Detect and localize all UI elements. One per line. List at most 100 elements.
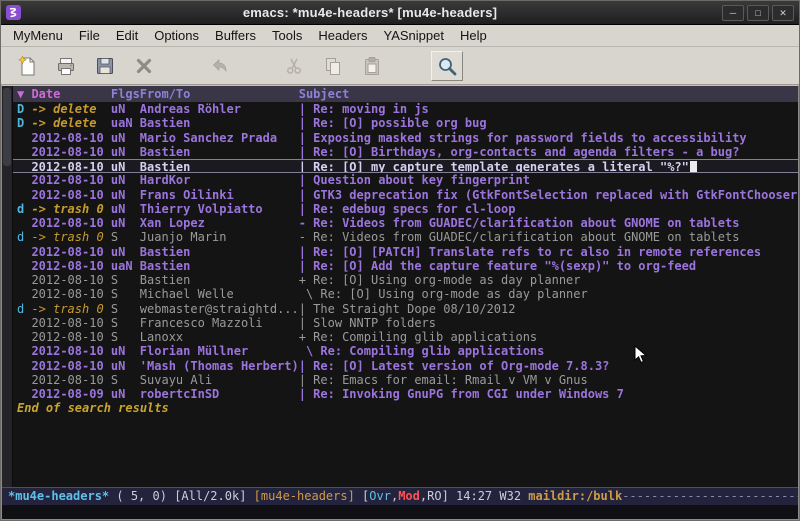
date-cell: 2012-08-09 [31, 387, 110, 401]
subject-cell: | Question about key fingerprint [299, 173, 798, 187]
from-cell: Bastien [140, 145, 299, 159]
message-row[interactable]: 2012-08-10 uN Bastien | Re: [O] Birthday… [13, 145, 798, 159]
menu-tools[interactable]: Tools [264, 26, 310, 45]
message-row[interactable]: D -> delete uaN Bastien | Re: [O] possib… [13, 116, 798, 130]
title-bar[interactable]: emacs: *mu4e-headers* [mu4e-headers] ─ □… [1, 1, 799, 25]
maximize-button[interactable]: □ [747, 5, 769, 21]
message-row[interactable]: d -> trash 0 S Juanjo Marin - Re: Videos… [13, 230, 798, 244]
flags-cell: uN [111, 160, 140, 172]
message-row[interactable]: d -> trash 0 uN Thierry Volpiatto | Re: … [13, 202, 798, 216]
message-row[interactable]: 2012-08-10 S Lanoxx + Re: Compiling glib… [13, 330, 798, 344]
menu-headers[interactable]: Headers [310, 26, 375, 45]
date-cell: 2012-08-10 [31, 173, 110, 187]
message-row[interactable]: 2012-08-10 uN 'Mash (Thomas Herbert) | R… [13, 359, 798, 373]
mark-char [17, 245, 31, 259]
message-row[interactable]: 2012-08-10 uaN Bastien | Re: [O] Add the… [13, 259, 798, 273]
mark-char [17, 216, 31, 230]
from-cell: Andreas Röhler [140, 102, 299, 116]
toolbar-undo-button[interactable] [203, 51, 235, 81]
mark-char: d [17, 202, 31, 216]
toolbar-close-buffer-button[interactable] [128, 51, 160, 81]
flags-cell: uN [111, 359, 140, 373]
echo-area[interactable] [2, 505, 798, 519]
emacs-app-icon [6, 5, 21, 20]
mode-line[interactable]: *mu4e-headers* ( 5, 0) [All/2.0k] [mu4e-… [2, 487, 798, 505]
menu-help[interactable]: Help [452, 26, 495, 45]
date-cell: 2012-08-10 [31, 316, 110, 330]
subject-cell: | Re: Emacs for email: Rmail v VM v Gnus [299, 373, 798, 387]
minimize-button[interactable]: ─ [722, 5, 744, 21]
message-row[interactable]: 2012-08-09 uN robertcInSD | Re: Invoking… [13, 387, 798, 401]
date-cell: 2012-08-10 [31, 373, 110, 387]
modeline-segment: [All/2.0k] [174, 488, 246, 505]
toolbar-copy-button[interactable] [317, 51, 349, 81]
menu-options[interactable]: Options [146, 26, 207, 45]
column-header-from[interactable]: From/To [140, 86, 299, 102]
modeline-segment: Ovr [369, 488, 391, 505]
modeline-segment: ] [442, 488, 456, 505]
message-row[interactable]: 2012-08-10 S Suvayu Ali | Re: Emacs for … [13, 373, 798, 387]
message-row[interactable]: 2012-08-10 uN Xan Lopez - Re: Videos fro… [13, 216, 798, 230]
modeline-segment: ( 5, 0) [109, 488, 174, 505]
scrollbar-thumb[interactable] [3, 88, 11, 166]
date-cell: -> trash 0 [31, 302, 110, 316]
message-row[interactable]: 2012-08-10 uN Bastien | Re: [O] [PATCH] … [13, 245, 798, 259]
flags-cell: S [111, 287, 140, 301]
menu-yasnippet[interactable]: YASnippet [375, 26, 451, 45]
message-row[interactable]: 2012-08-10 uN Florian Müllner \ Re: Comp… [13, 344, 798, 358]
message-row[interactable]: D -> delete uN Andreas Röhler | Re: movi… [13, 102, 798, 116]
message-row[interactable]: 2012-08-10 S Bastien + Re: [O] Using org… [13, 273, 798, 287]
mark-char: d [17, 230, 31, 244]
toolbar-cut-button[interactable] [278, 51, 310, 81]
menu-edit[interactable]: Edit [108, 26, 146, 45]
from-cell: Juanjo Marin [140, 230, 299, 244]
from-cell: robertcInSD [140, 387, 299, 401]
toolbar-print-button[interactable] [50, 51, 82, 81]
mark-char: d [17, 302, 31, 316]
message-row[interactable]: d -> trash 0 S webmaster@straightd... | … [13, 302, 798, 316]
message-row[interactable]: 2012-08-10 uN Mario Sanchez Prada | Expo… [13, 131, 798, 145]
menu-buffers[interactable]: Buffers [207, 26, 264, 45]
subject-cell: | Re: [O] Latest version of Org-mode 7.8… [299, 359, 798, 373]
end-of-results: End of search results [13, 401, 798, 416]
close-button[interactable]: ✕ [772, 5, 794, 21]
subject-cell: | Re: [O] my capture template generates … [299, 160, 798, 172]
tool-bar [1, 47, 799, 85]
flags-cell: uaN [111, 259, 140, 273]
menu-mymenu[interactable]: MyMenu [5, 26, 71, 45]
column-header-subject[interactable]: Subject [299, 86, 798, 102]
column-header-flags[interactable]: Flgs [111, 86, 140, 102]
menu-file[interactable]: File [71, 26, 108, 45]
emacs-window: emacs: *mu4e-headers* [mu4e-headers] ─ □… [0, 0, 800, 521]
subject-cell: - Re: Videos from GUADEC/clarification a… [299, 216, 798, 230]
message-row[interactable]: 2012-08-10 S Francesco Mazzoli | Slow NN… [13, 316, 798, 330]
from-cell: Lanoxx [140, 330, 299, 344]
column-header-date[interactable]: ▼ Date [17, 86, 111, 102]
close-buffer-icon [133, 55, 155, 77]
from-cell: Bastien [140, 245, 299, 259]
from-cell: Michael Welle [140, 287, 299, 301]
search-icon [436, 55, 458, 77]
date-cell: 2012-08-10 [31, 188, 110, 202]
date-cell: -> delete [31, 102, 110, 116]
subject-cell: | Slow NNTP folders [299, 316, 798, 330]
copy-icon [322, 55, 344, 77]
scrollbar[interactable] [2, 86, 13, 487]
flags-cell: S [111, 230, 140, 244]
mark-char [17, 344, 31, 358]
toolbar-paste-button[interactable] [356, 51, 388, 81]
mark-char [17, 359, 31, 373]
message-row[interactable]: 2012-08-10 uN Bastien | Re: [O] my captu… [13, 159, 798, 173]
flags-cell: S [111, 373, 140, 387]
toolbar-save-button[interactable] [89, 51, 121, 81]
from-cell: Bastien [140, 259, 299, 273]
modeline-segment: Mod [398, 488, 420, 505]
toolbar-search-button[interactable] [431, 51, 463, 81]
toolbar-new-file-button[interactable] [11, 51, 43, 81]
message-row[interactable]: 2012-08-10 uN HardKor | Question about k… [13, 173, 798, 187]
mark-char [17, 173, 31, 187]
message-row[interactable]: 2012-08-10 S Michael Welle \ Re: [O] Usi… [13, 287, 798, 301]
mark-char [17, 131, 31, 145]
mark-char [17, 316, 31, 330]
message-row[interactable]: 2012-08-10 uN Frans Oilinki | GTK3 depre… [13, 188, 798, 202]
